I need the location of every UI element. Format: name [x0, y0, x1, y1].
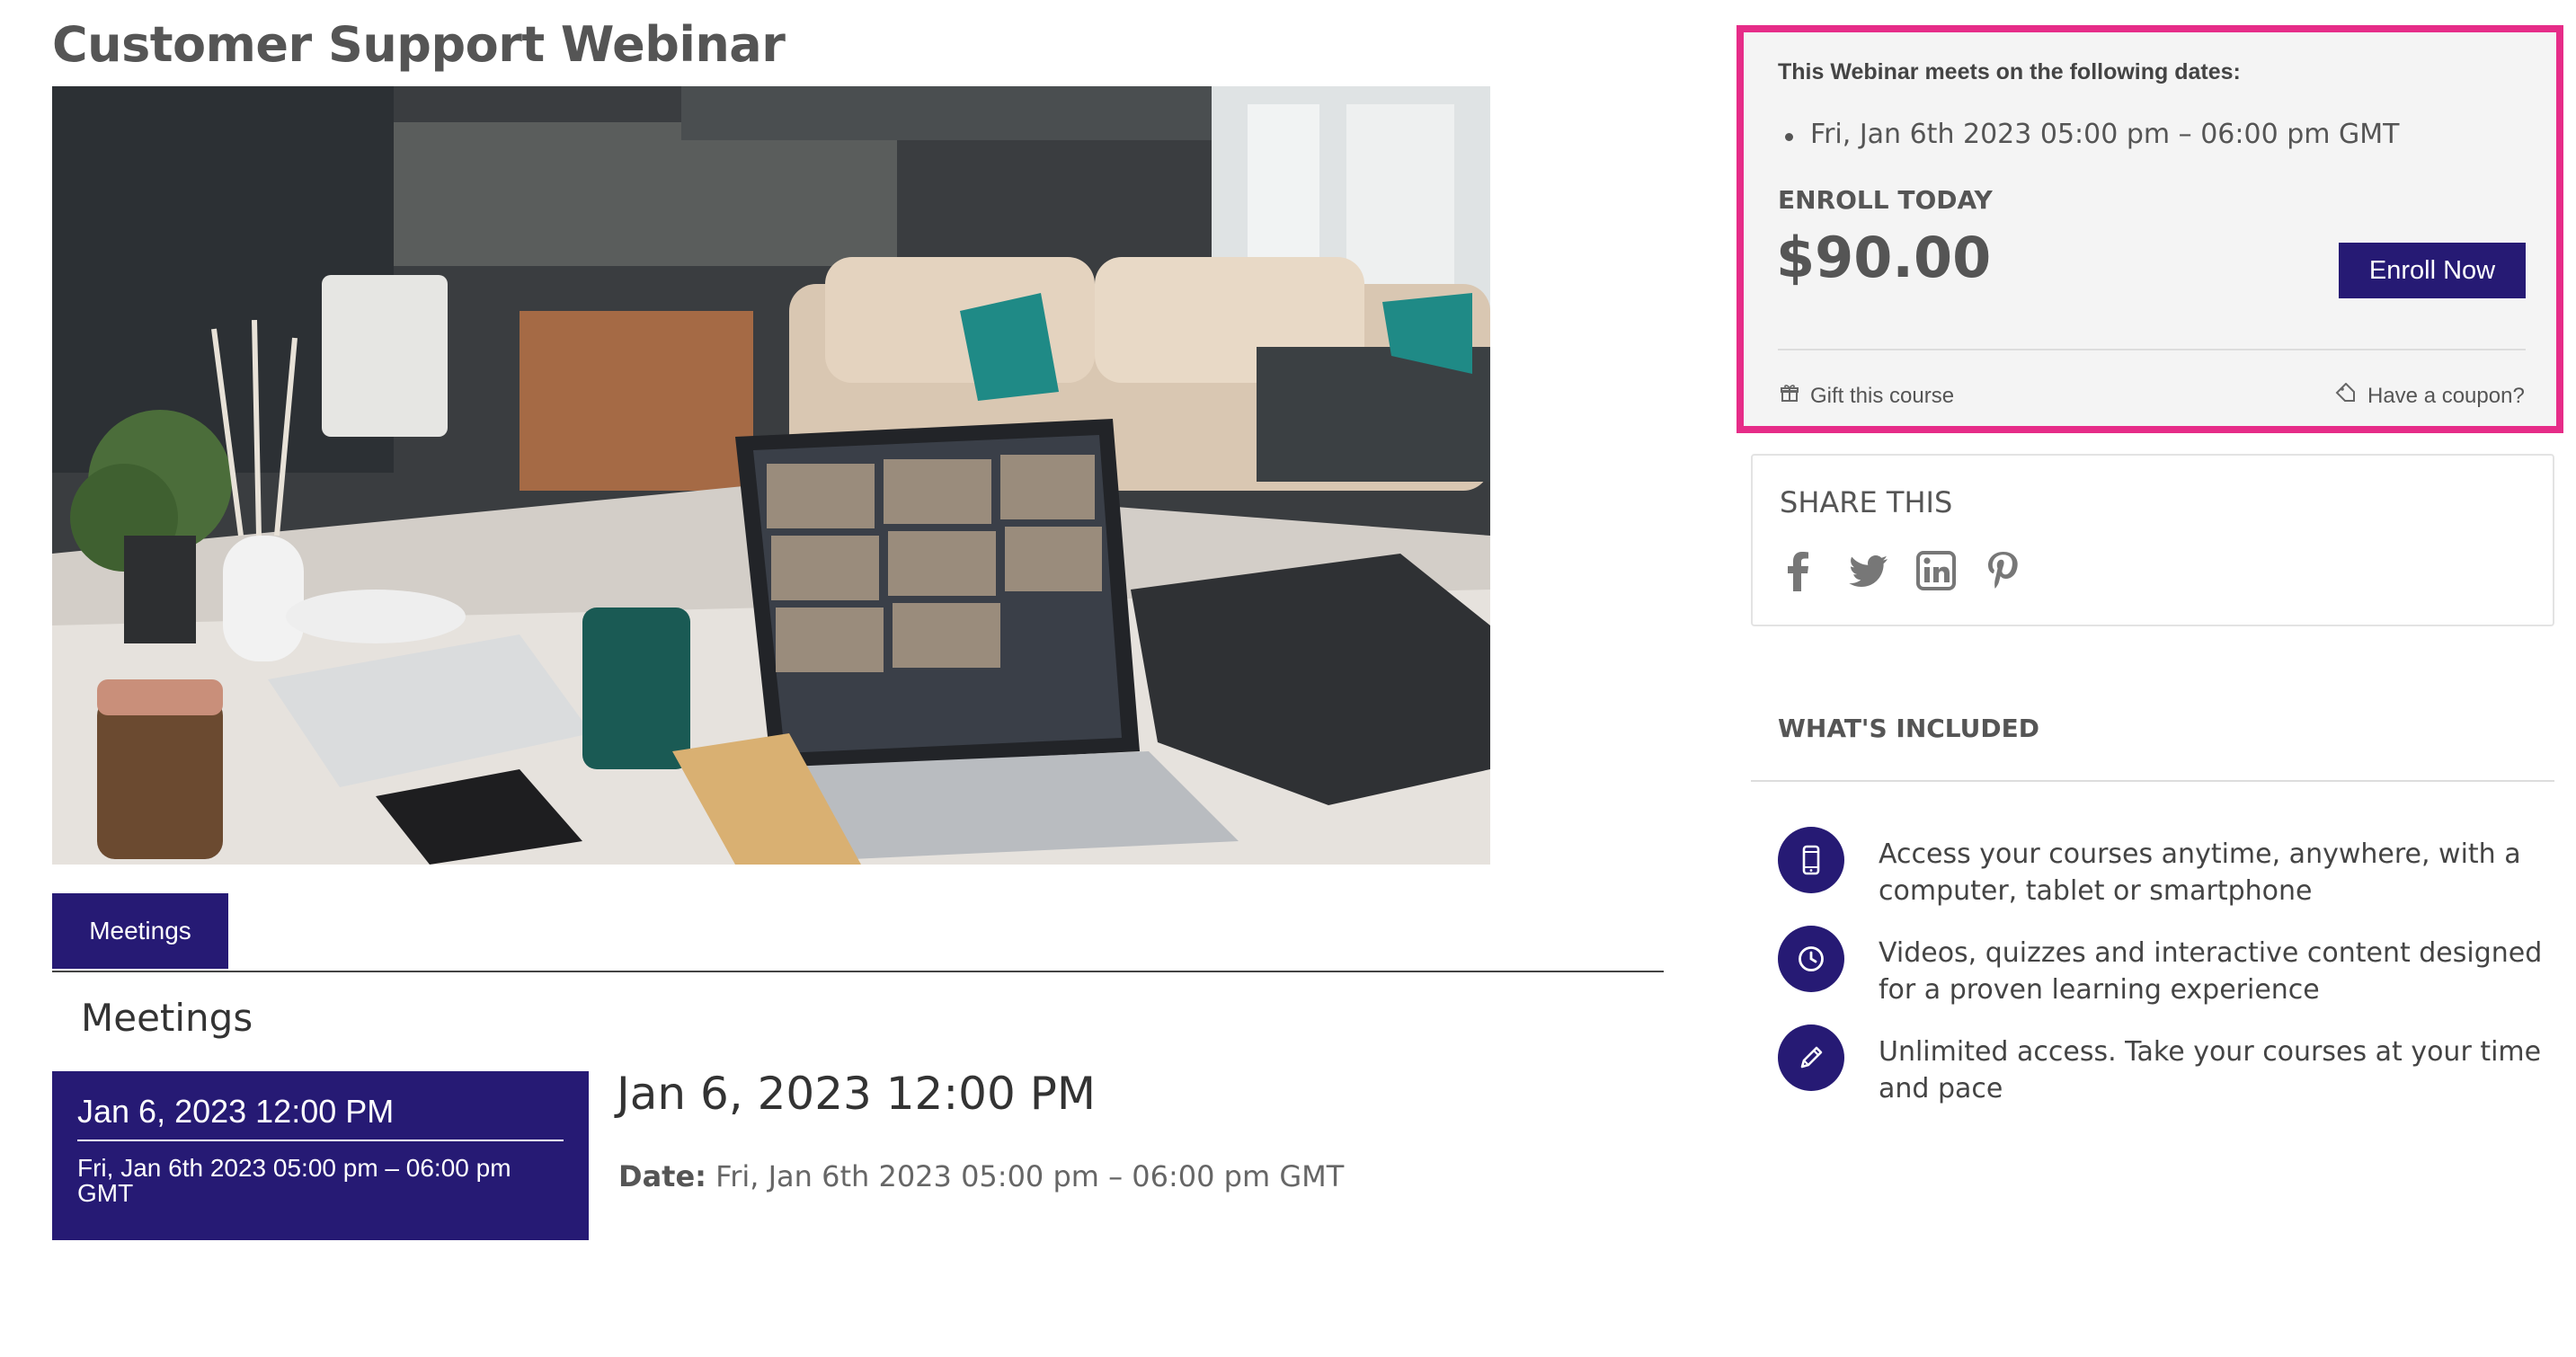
meeting-detail-date: Date: Fri, Jan 6th 2023 05:00 pm – 06:00…	[618, 1159, 1344, 1193]
linkedin-icon[interactable]	[1916, 550, 1956, 591]
enroll-divider	[1778, 349, 2526, 350]
gift-course-label: Gift this course	[1810, 383, 1955, 408]
meeting-detail-title: Jan 6, 2023 12:00 PM	[617, 1068, 1096, 1120]
gift-icon	[1780, 383, 1799, 409]
included-item-text: Unlimited access. Take your courses at y…	[1879, 1036, 2542, 1104]
tab-bar: Meetings	[52, 893, 1664, 972]
share-title: SHARE THIS	[1780, 485, 1953, 519]
enroll-now-button[interactable]: Enroll Now	[2339, 243, 2526, 298]
meetings-heading: Meetings	[81, 996, 253, 1040]
whats-included-divider	[1751, 780, 2554, 782]
webinar-dates-label: This Webinar meets on the following date…	[1778, 59, 2241, 84]
meeting-card-subtitle: Fri, Jan 6th 2023 05:00 pm – 06:00 pm GM…	[77, 1154, 511, 1207]
meeting-card-title: Jan 6, 2023 12:00 PM	[77, 1093, 564, 1141]
twitter-icon[interactable]	[1848, 550, 1888, 591]
share-box	[1751, 454, 2554, 626]
included-item: Access your courses anytime, anywhere, w…	[1778, 827, 2551, 909]
enroll-today-label: ENROLL TODAY	[1778, 185, 1993, 215]
pencil-icon	[1778, 1024, 1844, 1091]
webinar-date-item: Fri, Jan 6th 2023 05:00 pm – 06:00 pm GM…	[1784, 119, 2400, 150]
facebook-icon[interactable]	[1780, 550, 1817, 591]
coupon-link[interactable]: Have a coupon?	[2335, 382, 2525, 409]
included-item-text: Access your courses anytime, anywhere, w…	[1879, 838, 2521, 907]
meeting-date-label: Date:	[618, 1159, 706, 1193]
pinterest-icon[interactable]	[1985, 550, 2022, 591]
coupon-label: Have a coupon?	[2367, 383, 2525, 408]
meeting-date-value: Fri, Jan 6th 2023 05:00 pm – 06:00 pm GM…	[715, 1159, 1345, 1193]
tag-icon	[2335, 382, 2357, 409]
clock-icon	[1778, 926, 1844, 992]
hero-image	[52, 86, 1490, 865]
course-price: $90.00	[1776, 225, 1992, 290]
tab-meetings[interactable]: Meetings	[52, 893, 228, 969]
meeting-card[interactable]: Jan 6, 2023 12:00 PM Fri, Jan 6th 2023 0…	[52, 1071, 589, 1240]
included-item: Unlimited access. Take your courses at y…	[1778, 1024, 2551, 1107]
whats-included-title: WHAT'S INCLUDED	[1778, 714, 2039, 743]
included-item: Videos, quizzes and interactive content …	[1778, 926, 2551, 1008]
share-icons	[1780, 550, 2022, 591]
included-item-text: Videos, quizzes and interactive content …	[1879, 937, 2543, 1006]
mobile-phone-icon	[1778, 827, 1844, 893]
page-title: Customer Support Webinar	[52, 16, 786, 73]
gift-course-link[interactable]: Gift this course	[1780, 383, 1954, 409]
